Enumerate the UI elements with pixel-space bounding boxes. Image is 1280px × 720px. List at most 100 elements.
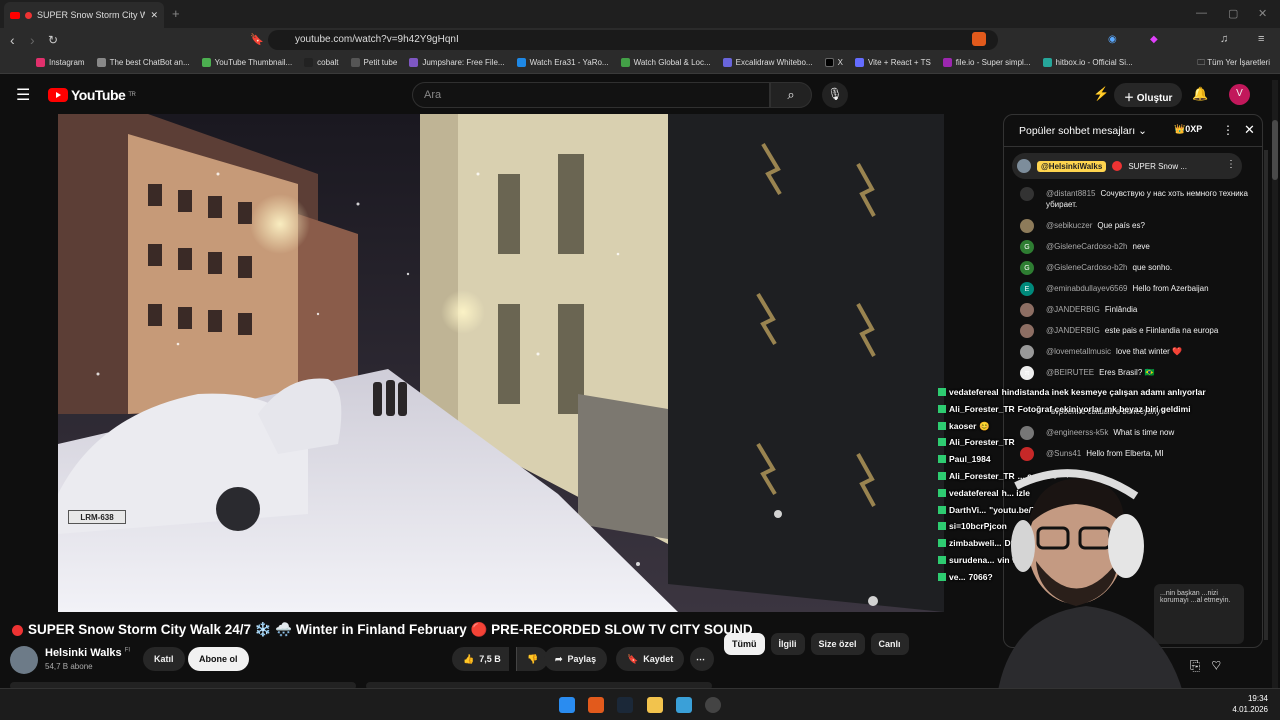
chat-message[interactable]: @JANDERBIG este pais e Fiinlandia na euro… — [1004, 320, 1254, 341]
bookmark-icon — [201, 58, 211, 67]
thumbs-up-icon: 👍 — [463, 653, 475, 664]
search-icon: ⌕ — [787, 87, 795, 102]
share-button[interactable]: ➦ Paylaş — [544, 647, 608, 671]
close-window-icon[interactable]: ✕ — [1258, 7, 1267, 20]
brave-shield-icon[interactable] — [972, 32, 986, 46]
chip-all[interactable]: Tümü — [724, 633, 765, 655]
chat-scrollbar[interactable] — [1264, 150, 1268, 640]
chat-badge-icon — [938, 555, 946, 564]
chat-header: Popüler sohbet mesajları ⌄ 👑0XP ⋮ ✕ — [1004, 115, 1262, 147]
obs-icon[interactable] — [705, 697, 721, 713]
chat-points-badge[interactable]: 👑0XP — [1174, 124, 1202, 135]
channel-avatar[interactable] — [10, 646, 38, 674]
share-screen-icon[interactable]: ⎘ — [1190, 658, 1200, 673]
create-button[interactable]: ＋ Oluştur — [1114, 83, 1183, 107]
account-avatar[interactable]: V — [1229, 84, 1250, 105]
search-input[interactable]: Ara — [412, 82, 770, 108]
chat-badge-icon — [938, 471, 946, 480]
photos-icon[interactable] — [676, 697, 692, 713]
close-tab-icon[interactable]: ✕ — [150, 10, 158, 21]
chat-message[interactable]: E @eminabdullayev6569 Hello from Azerbaija… — [1004, 278, 1254, 299]
bookmark-item[interactable]: Jumpshare: Free File... — [409, 58, 505, 67]
chip-live[interactable]: Canlı — [870, 633, 909, 655]
chat-text: neve — [1132, 242, 1150, 251]
more-actions-button[interactable]: ⋯ — [690, 647, 714, 671]
bookmark-item[interactable]: hitbox.io - Official Si... — [1042, 58, 1133, 67]
chat-badge-icon — [938, 438, 946, 447]
overlay-username: Ali_Forester_TR — [949, 437, 1015, 448]
chat-message[interactable]: @lovemetallmusic love that winter ❤️ — [1004, 341, 1254, 362]
premium-icon[interactable]: ⚡ — [1093, 86, 1109, 102]
notifications-bell-icon[interactable]: 🔔 — [1192, 86, 1208, 102]
bookmark-item[interactable]: cobalt — [304, 58, 339, 67]
chat-mode-dropdown[interactable]: Popüler sohbet mesajları ⌄ — [1019, 125, 1147, 137]
save-button[interactable]: 🔖 Kaydet — [616, 647, 685, 671]
windows-start-icon[interactable] — [559, 697, 575, 713]
extension-icon[interactable]: ◆ — [1150, 34, 1158, 45]
bookmark-icon — [409, 58, 419, 67]
bookmark-item[interactable]: YouTube Thumbnail... — [201, 58, 292, 67]
page-scrollbar-thumb[interactable] — [1272, 120, 1278, 180]
pinned-author: @HelsinkiWalks — [1037, 160, 1107, 172]
chat-author: @lovemetallmusic — [1046, 347, 1112, 356]
extension-icon[interactable]: ◉ — [1108, 34, 1117, 45]
join-button[interactable]: Katıl — [143, 647, 185, 671]
bookmark-item[interactable]: Petit tube — [350, 58, 397, 67]
share-icon: ➦ — [555, 653, 563, 664]
bookmark-item[interactable]: The best ChatBot an... — [96, 58, 190, 67]
overlay-username: kaoser — [949, 420, 977, 431]
bookmark-item[interactable]: file.io - Super simpl... — [942, 58, 1031, 67]
video-player[interactable]: LRM-638 — [58, 114, 944, 612]
channel-name[interactable]: Helsinki Walks FI — [45, 647, 130, 659]
forward-icon[interactable]: › — [30, 32, 35, 48]
maximize-icon[interactable]: ▢ — [1228, 7, 1238, 20]
chat-author: @GisleneCardoso-b2h — [1046, 242, 1128, 251]
url-input[interactable]: youtube.com/watch?v=9h42Y9gHqnI — [268, 30, 998, 50]
bookmark-icon — [1042, 58, 1052, 67]
chip-related[interactable]: İlgili — [770, 633, 805, 655]
like-button[interactable]: 👍 7,5 B — [452, 647, 509, 671]
chat-message[interactable]: π @BEIRUTEE Eres Brasil? 🇧🇷 — [1004, 362, 1254, 383]
bookmark-item[interactable]: Vite + React + TS — [854, 58, 931, 67]
bookmark-item[interactable]: Instagram — [36, 58, 85, 67]
chat-avatar: G — [1020, 261, 1034, 275]
back-icon[interactable]: ‹ — [10, 32, 15, 48]
bookmark-item[interactable]: X — [824, 58, 843, 67]
streamer-image — [996, 469, 1186, 704]
steam-icon[interactable] — [617, 697, 633, 713]
all-bookmarks-button[interactable]: 🗀 Tüm Yer İşaretleri — [1197, 57, 1270, 71]
bookmark-icon[interactable]: 🔖 — [250, 33, 264, 46]
bookmark-item[interactable]: Excalidraw Whitebo... — [722, 58, 813, 67]
overlay-username: ve... — [949, 571, 966, 582]
chat-message[interactable]: G @GisleneCardoso-b2h neve — [1004, 236, 1254, 257]
voice-search-button[interactable]: 🎙 — [822, 82, 848, 108]
youtube-logo[interactable]: YouTube TR — [48, 87, 136, 103]
file-explorer-icon[interactable] — [647, 697, 663, 713]
chat-avatar: G — [1020, 240, 1034, 254]
browser-tab[interactable]: SUPER Snow Storm City Walk ✕ — [4, 2, 164, 28]
chat-author: @sebikuczer — [1046, 221, 1093, 230]
chat-message[interactable]: G @GisleneCardoso-b2h que sonho. — [1004, 257, 1254, 278]
pinned-more-icon[interactable]: ⋮ — [1226, 159, 1236, 170]
chat-message[interactable]: @distant8815 Сочувствую у нас хоть немног… — [1004, 183, 1254, 215]
hamburger-menu-icon[interactable]: ☰ — [16, 85, 30, 105]
bookmark-item[interactable]: Watch Era31 - YaRo... — [516, 58, 609, 67]
search-button[interactable]: ⌕ — [770, 82, 812, 108]
bookmark-item[interactable]: Watch Global & Loc... — [620, 58, 711, 67]
heart-icon[interactable]: ♡ — [1211, 658, 1221, 673]
taskbar-clock[interactable]: 19:34 4.01.2026 — [1232, 693, 1268, 715]
subscribe-button[interactable]: Abone ol — [188, 647, 249, 671]
chip-for-you[interactable]: Size özel — [810, 633, 865, 655]
chat-message[interactable]: @sebikuczer Que país es? — [1004, 215, 1254, 236]
minimize-icon[interactable]: — — [1196, 7, 1207, 19]
brave-browser-icon[interactable] — [588, 697, 604, 713]
pinned-message[interactable]: @HelsinkiWalks SUPER Snow ... ⋮ — [1012, 153, 1242, 179]
chat-message[interactable]: @JANDERBIG Finlândia — [1004, 299, 1254, 320]
music-icon[interactable]: ♫ — [1220, 33, 1228, 45]
menu-icon[interactable]: ≡ — [1258, 33, 1264, 45]
close-chat-icon[interactable]: ✕ — [1244, 122, 1255, 138]
new-tab-button[interactable]: + — [172, 6, 180, 21]
reload-icon[interactable]: ↻ — [48, 33, 58, 47]
chat-more-icon[interactable]: ⋮ — [1222, 123, 1234, 137]
recommendation-chips: Tümü İlgili Size özel Canlı — [724, 633, 909, 655]
